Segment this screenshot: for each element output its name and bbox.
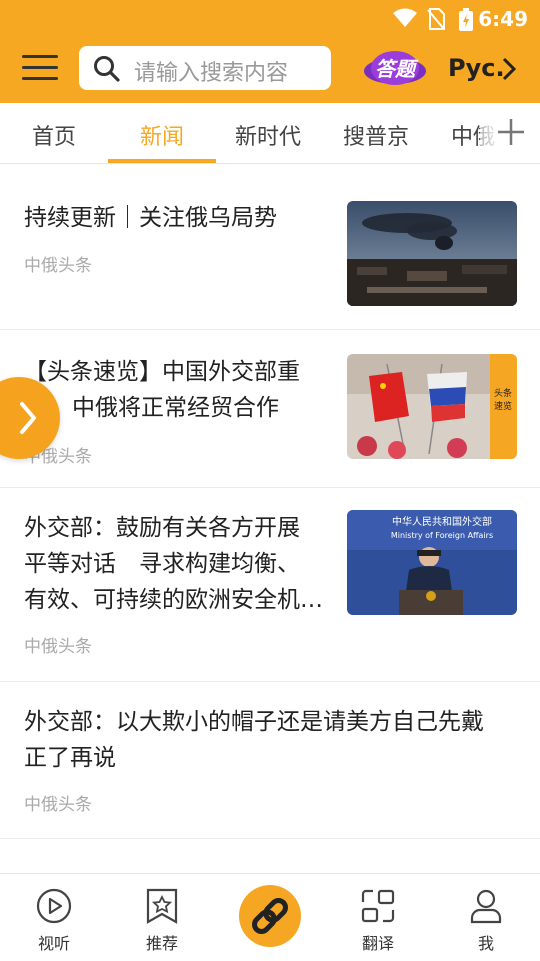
status-time: 6:49 [478, 7, 528, 31]
language-switch[interactable]: Рус. [448, 54, 505, 82]
quiz-badge-label: 答题 [375, 57, 419, 81]
nav-label: 推荐 [145, 934, 178, 953]
tab-home[interactable]: 首页 [32, 119, 76, 151]
active-tab-indicator [108, 159, 216, 163]
wifi-icon [393, 8, 417, 27]
news-thumbnail: 中华人民共和国外交部 Ministry of Foreign Affairs [347, 510, 517, 615]
tab-search-putin[interactable]: 搜普京 [343, 119, 409, 151]
search-placeholder: 请输入搜索内容 [134, 61, 289, 86]
news-title: 中俄将正常经贸合作 [72, 395, 279, 421]
nav-label: 翻译 [361, 934, 394, 953]
quiz-badge-button[interactable]: 答题 [362, 49, 428, 89]
nav-recommend[interactable]: 推荐 [122, 888, 202, 954]
tab-new-era[interactable]: 新时代 [235, 119, 301, 151]
smoke-city-photo [347, 201, 517, 306]
category-tabs: 首页 新闻 新时代 搜普京 中俄 [0, 103, 540, 164]
thumb-label: 中华人民共和国外交部 [392, 515, 492, 528]
add-tab-icon[interactable] [496, 117, 526, 147]
news-source: 中俄头条 [24, 795, 92, 815]
tab-news[interactable]: 新闻 [140, 119, 184, 151]
news-title: 正了再说 [24, 745, 116, 771]
play-icon [36, 888, 72, 924]
news-title: 外交部：鼓励有关各方开展 [24, 515, 300, 541]
side-drawer-button[interactable] [0, 377, 60, 459]
chevron-right-icon [20, 402, 36, 434]
hamburger-line [22, 55, 58, 58]
china-russia-flags-photo: 头条 速览 [347, 354, 517, 459]
bottom-nav: 视听 推荐 翻译 我 [0, 873, 540, 961]
news-source: 中俄头条 [24, 637, 92, 657]
chevron-right-icon[interactable] [500, 56, 518, 82]
nav-label: 视听 [37, 934, 70, 953]
news-title: 有效、可持续的欧洲安全机… [24, 587, 323, 613]
news-item[interactable]: 【头条速览】中国外交部重 中俄将正常经贸合作 中俄头条 头条 速览 [0, 330, 540, 488]
star-bookmark-icon [146, 888, 178, 924]
translate-icon [361, 889, 395, 923]
app-header: 6:49 请输入搜索内容 答题 Рус. [0, 0, 540, 103]
battery-icon [459, 8, 473, 31]
user-icon [470, 889, 502, 924]
nav-translate[interactable]: 翻译 [338, 888, 418, 954]
search-input[interactable]: 请输入搜索内容 [79, 46, 331, 90]
link-icon [252, 898, 288, 934]
nav-center-link[interactable] [239, 885, 301, 947]
thumb-label: 速览 [494, 400, 512, 412]
news-title: 平等对话 寻求构建均衡、 [24, 551, 300, 577]
nav-audio-video[interactable]: 视听 [14, 888, 94, 954]
news-title: 持续更新｜关注俄乌局势 [24, 205, 277, 231]
status-bar: 6:49 [0, 0, 540, 36]
news-source: 中俄头条 [24, 256, 92, 276]
news-thumbnail: 头条 速览 [347, 354, 517, 459]
news-title: 外交部：以大欺小的帽子还是请美方自己先戴 [24, 709, 484, 735]
news-item[interactable]: 外交部：鼓励有关各方开展 平等对话 寻求构建均衡、 有效、可持续的欧洲安全机… … [0, 488, 540, 682]
news-item[interactable]: 持续更新｜关注俄乌局势 中俄头条 [0, 164, 540, 330]
quiz-badge-icon: 答题 [364, 51, 426, 85]
news-item[interactable]: 外交部：以大欺小的帽子还是请美方自己先戴 正了再说 中俄头条 [0, 682, 540, 839]
nav-me[interactable]: 我 [446, 888, 526, 954]
hamburger-line [22, 77, 58, 80]
news-feed: 持续更新｜关注俄乌局势 中俄头条 【头条速览】中国外交部重 中俄将正常经贸合作 … [0, 164, 540, 839]
news-title: 【头条速览】中国外交部重 [24, 359, 300, 385]
menu-button[interactable] [22, 55, 58, 83]
hamburger-line [22, 66, 58, 69]
thumb-label: 头条 [494, 387, 512, 399]
press-conference-photo: 中华人民共和国外交部 Ministry of Foreign Affairs [347, 510, 517, 615]
thumb-label: Ministry of Foreign Affairs [391, 531, 493, 540]
news-thumbnail [347, 201, 517, 306]
nav-label: 我 [477, 934, 494, 953]
search-icon [94, 56, 120, 82]
no-sim-icon [427, 8, 445, 30]
